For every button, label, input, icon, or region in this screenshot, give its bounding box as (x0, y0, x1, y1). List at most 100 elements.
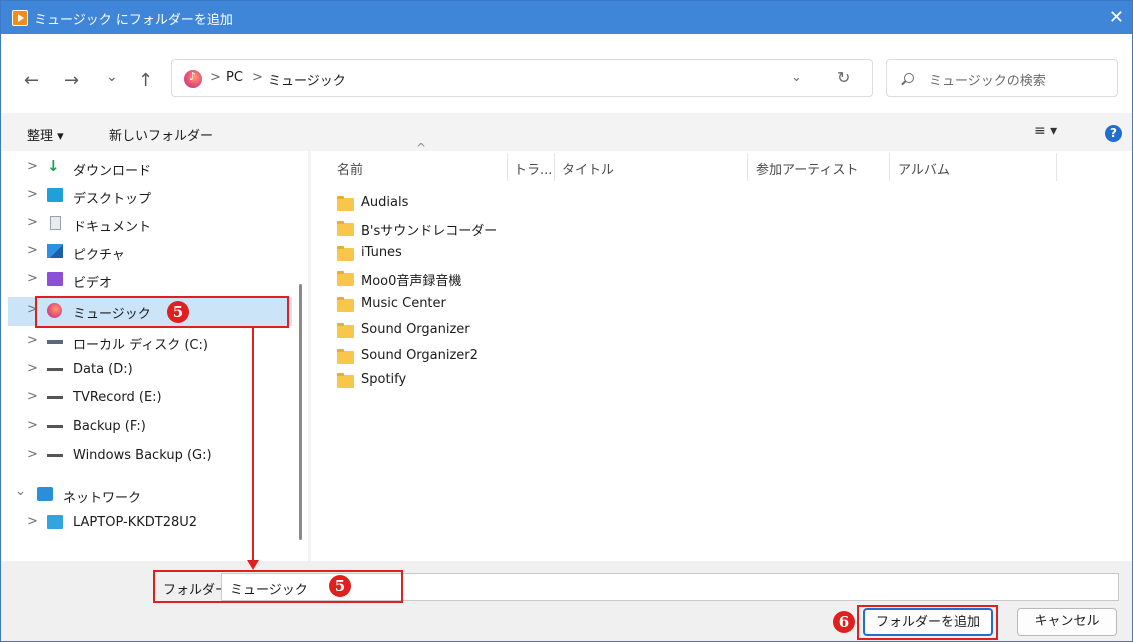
network-icon (37, 487, 53, 501)
sidebar-item-label: デスクトップ (73, 192, 152, 207)
music-icon (184, 70, 202, 88)
expand-chevron-icon[interactable]: > (27, 333, 38, 348)
sidebar-item-label: ダウンロード (73, 164, 152, 179)
column-header-title[interactable]: タイトル (562, 159, 614, 178)
sidebar-item-backup-f[interactable]: > Backup (F:) (1, 413, 301, 441)
sidebar-item-windows-backup-g[interactable]: > Windows Backup (G:) (1, 442, 301, 470)
back-button[interactable]: ← (24, 70, 39, 91)
breadcrumb-separator: > (210, 70, 221, 85)
local-disk-icon (47, 340, 63, 344)
column-divider[interactable] (889, 153, 890, 181)
drive-icon (47, 368, 63, 371)
search-icon (904, 73, 914, 83)
sidebar-item-tvrecord-e[interactable]: > TVRecord (E:) (1, 384, 301, 412)
address-bar[interactable]: > PC > ミュージック ⌄ ↻ (171, 59, 873, 97)
title-bar: ミュージック にフォルダーを追加 ✕ (1, 1, 1132, 34)
sidebar-item-label: Windows Backup (G:) (73, 448, 212, 463)
sidebar-item-pictures[interactable]: > ピクチャ (1, 238, 301, 266)
folder-name: Music Center (361, 296, 446, 311)
expand-chevron-icon[interactable]: > (27, 389, 38, 404)
expand-chevron-icon[interactable]: > (27, 271, 38, 286)
refresh-button[interactable]: ↻ (837, 68, 850, 87)
folder-icon (337, 297, 354, 312)
sidebar-item-label: Data (D:) (73, 362, 133, 377)
expand-chevron-icon[interactable]: > (27, 159, 38, 174)
help-button[interactable]: ? (1105, 125, 1122, 142)
folder-name: B'sサウンドレコーダー (361, 224, 498, 239)
column-header-artist[interactable]: 参加アーティスト (756, 159, 858, 178)
forward-button[interactable]: → (64, 70, 79, 91)
folder-icon (337, 196, 354, 211)
sidebar-item-label: ネットワーク (63, 491, 142, 506)
expand-chevron-icon[interactable]: > (27, 418, 38, 433)
sort-ascending-icon: ^ (416, 141, 427, 155)
collapse-chevron-icon[interactable]: ⌄ (15, 484, 26, 499)
breadcrumb-pc[interactable]: PC (226, 70, 243, 85)
folder-name: Sound Organizer (361, 322, 470, 337)
sidebar-item-local-disk-c[interactable]: > ローカル ディスク (C:) (1, 328, 301, 356)
column-header-album[interactable]: アルバム (898, 159, 950, 178)
sidebar-item-downloads[interactable]: > ↓ ダウンロード (1, 154, 301, 182)
expand-chevron-icon[interactable]: > (27, 514, 38, 529)
download-icon: ↓ (47, 157, 60, 175)
annotation-highlight-add-button (857, 605, 998, 640)
window-title: ミュージック にフォルダーを追加 (34, 13, 233, 28)
folder-icon (337, 246, 354, 261)
expand-chevron-icon[interactable]: > (27, 243, 38, 258)
annotation-highlight-folder-field (153, 570, 403, 603)
expand-chevron-icon[interactable]: > (27, 447, 38, 462)
column-divider[interactable] (747, 153, 748, 181)
sidebar-item-label: ローカル ディスク (C:) (73, 338, 208, 353)
column-header-track[interactable]: トラ... (514, 159, 552, 178)
add-folder-dialog: ミュージック にフォルダーを追加 ✕ ← → ⌄ ↑ > PC > ミュージック… (0, 0, 1133, 642)
column-header-name[interactable]: 名前 (337, 159, 363, 178)
close-button[interactable]: ✕ (1109, 7, 1124, 28)
step-6-badge: 6 (833, 611, 855, 633)
address-dropdown-button[interactable]: ⌄ (791, 70, 802, 85)
cancel-button[interactable]: キャンセル (1017, 608, 1117, 636)
folder-icon (337, 373, 354, 388)
up-button[interactable]: ↑ (138, 70, 153, 91)
column-divider[interactable] (1056, 153, 1057, 181)
column-divider[interactable] (507, 153, 508, 181)
sidebar-item-label: ピクチャ (73, 248, 125, 263)
sidebar-item-network[interactable]: ⌄ ネットワーク (1, 481, 301, 509)
organize-button[interactable]: 整理 ▾ (27, 125, 64, 144)
expand-chevron-icon[interactable]: > (27, 361, 38, 376)
view-options-button[interactable]: ≡ ▾ (1034, 123, 1057, 139)
folder-icon (337, 271, 354, 286)
sidebar-item-label: Backup (F:) (73, 419, 146, 434)
sidebar-item-label: TVRecord (E:) (73, 390, 162, 405)
drive-icon (47, 425, 63, 428)
annotation-arrow-head-icon (247, 560, 259, 570)
breadcrumb-music[interactable]: ミュージック (268, 70, 346, 89)
sidebar-item-videos[interactable]: > ビデオ (1, 266, 301, 294)
sidebar-item-laptop[interactable]: > LAPTOP-KKDT28U2 (1, 509, 301, 537)
annotation-arrow-line (252, 328, 254, 564)
annotation-highlight-music (35, 296, 289, 328)
folder-icon (337, 221, 354, 236)
new-folder-button[interactable]: 新しいフォルダー (109, 125, 213, 144)
sidebar-item-data-d[interactable]: > Data (D:) (1, 356, 301, 384)
step-5-badge: 5 (329, 575, 351, 597)
folder-icon (337, 323, 354, 338)
app-icon (12, 10, 28, 26)
column-divider[interactable] (554, 153, 555, 181)
folder-icon (337, 349, 354, 364)
sidebar-scrollbar[interactable] (299, 284, 302, 540)
search-placeholder: ミュージックの検索 (929, 74, 1046, 89)
folder-name: Audials (361, 195, 409, 210)
expand-chevron-icon[interactable]: > (27, 187, 38, 202)
folder-name: Spotify (361, 372, 407, 387)
folder-name: iTunes (361, 245, 402, 260)
expand-chevron-icon[interactable]: > (27, 215, 38, 230)
sidebar-item-desktop[interactable]: > デスクトップ (1, 182, 301, 210)
desktop-icon (47, 188, 63, 202)
search-box[interactable]: ミュージックの検索 (886, 59, 1118, 97)
sidebar-item-documents[interactable]: > ドキュメント (1, 210, 301, 238)
folder-name: Sound Organizer2 (361, 348, 478, 363)
recent-locations-button[interactable]: ⌄ (106, 69, 118, 85)
step-5-badge: 5 (167, 301, 189, 323)
sidebar-item-label: LAPTOP-KKDT28U2 (73, 515, 198, 530)
documents-icon (50, 216, 61, 230)
